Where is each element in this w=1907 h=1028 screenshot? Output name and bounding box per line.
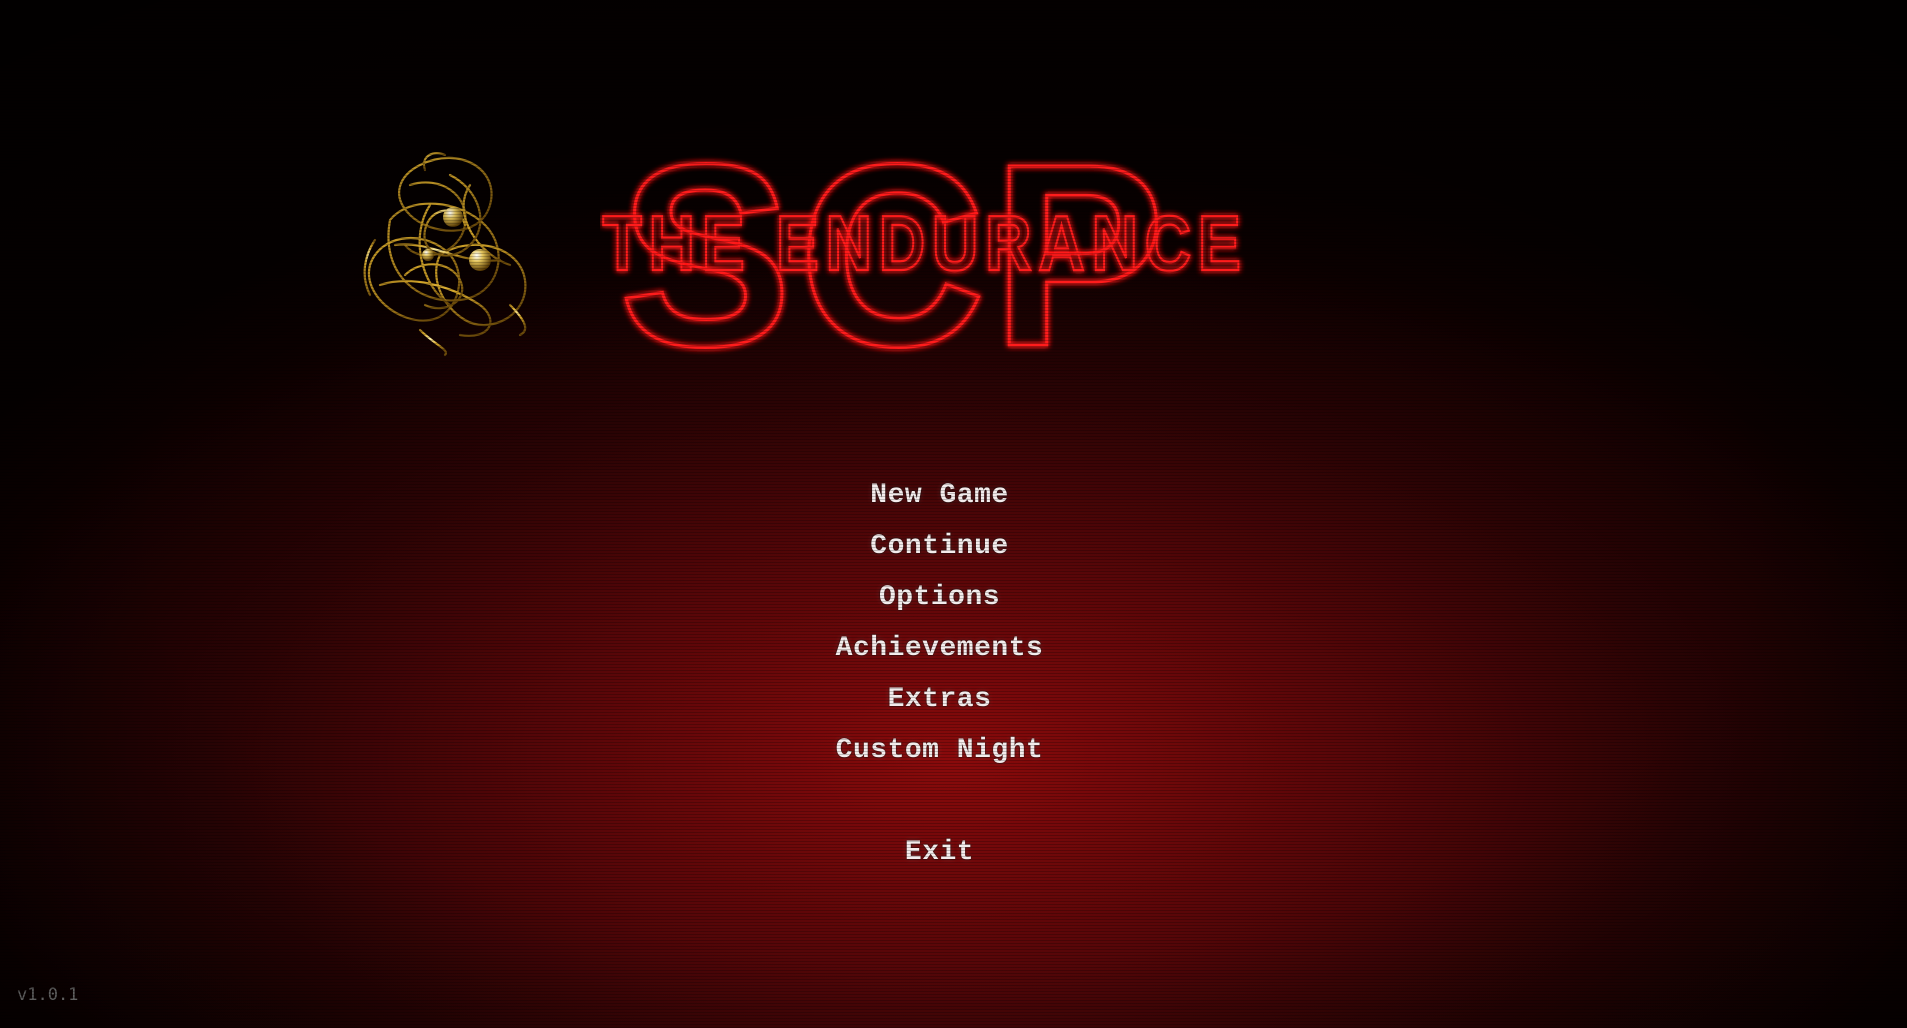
extras-button[interactable]: Extras — [888, 674, 992, 725]
main-menu-screen: SCP THE ENDURANCE New Game Continue Opti… — [0, 0, 1907, 1028]
exit-button[interactable]: Exit — [905, 827, 974, 878]
continue-button[interactable]: Continue — [870, 521, 1008, 572]
main-menu: New Game Continue Options Achievements E… — [0, 470, 1893, 878]
game-title-logo: SCP THE ENDURANCE — [601, 110, 1280, 370]
version-label: v1.0.1 — [17, 985, 79, 1005]
new-game-button[interactable]: New Game — [870, 470, 1008, 521]
custom-night-button[interactable]: Custom Night — [836, 725, 1044, 776]
title-subtitle: THE ENDURANCE — [603, 199, 1248, 287]
achievements-button[interactable]: Achievements — [836, 623, 1044, 674]
options-button[interactable]: Options — [879, 572, 1000, 623]
golden-wire-ball-icon — [363, 152, 527, 357]
